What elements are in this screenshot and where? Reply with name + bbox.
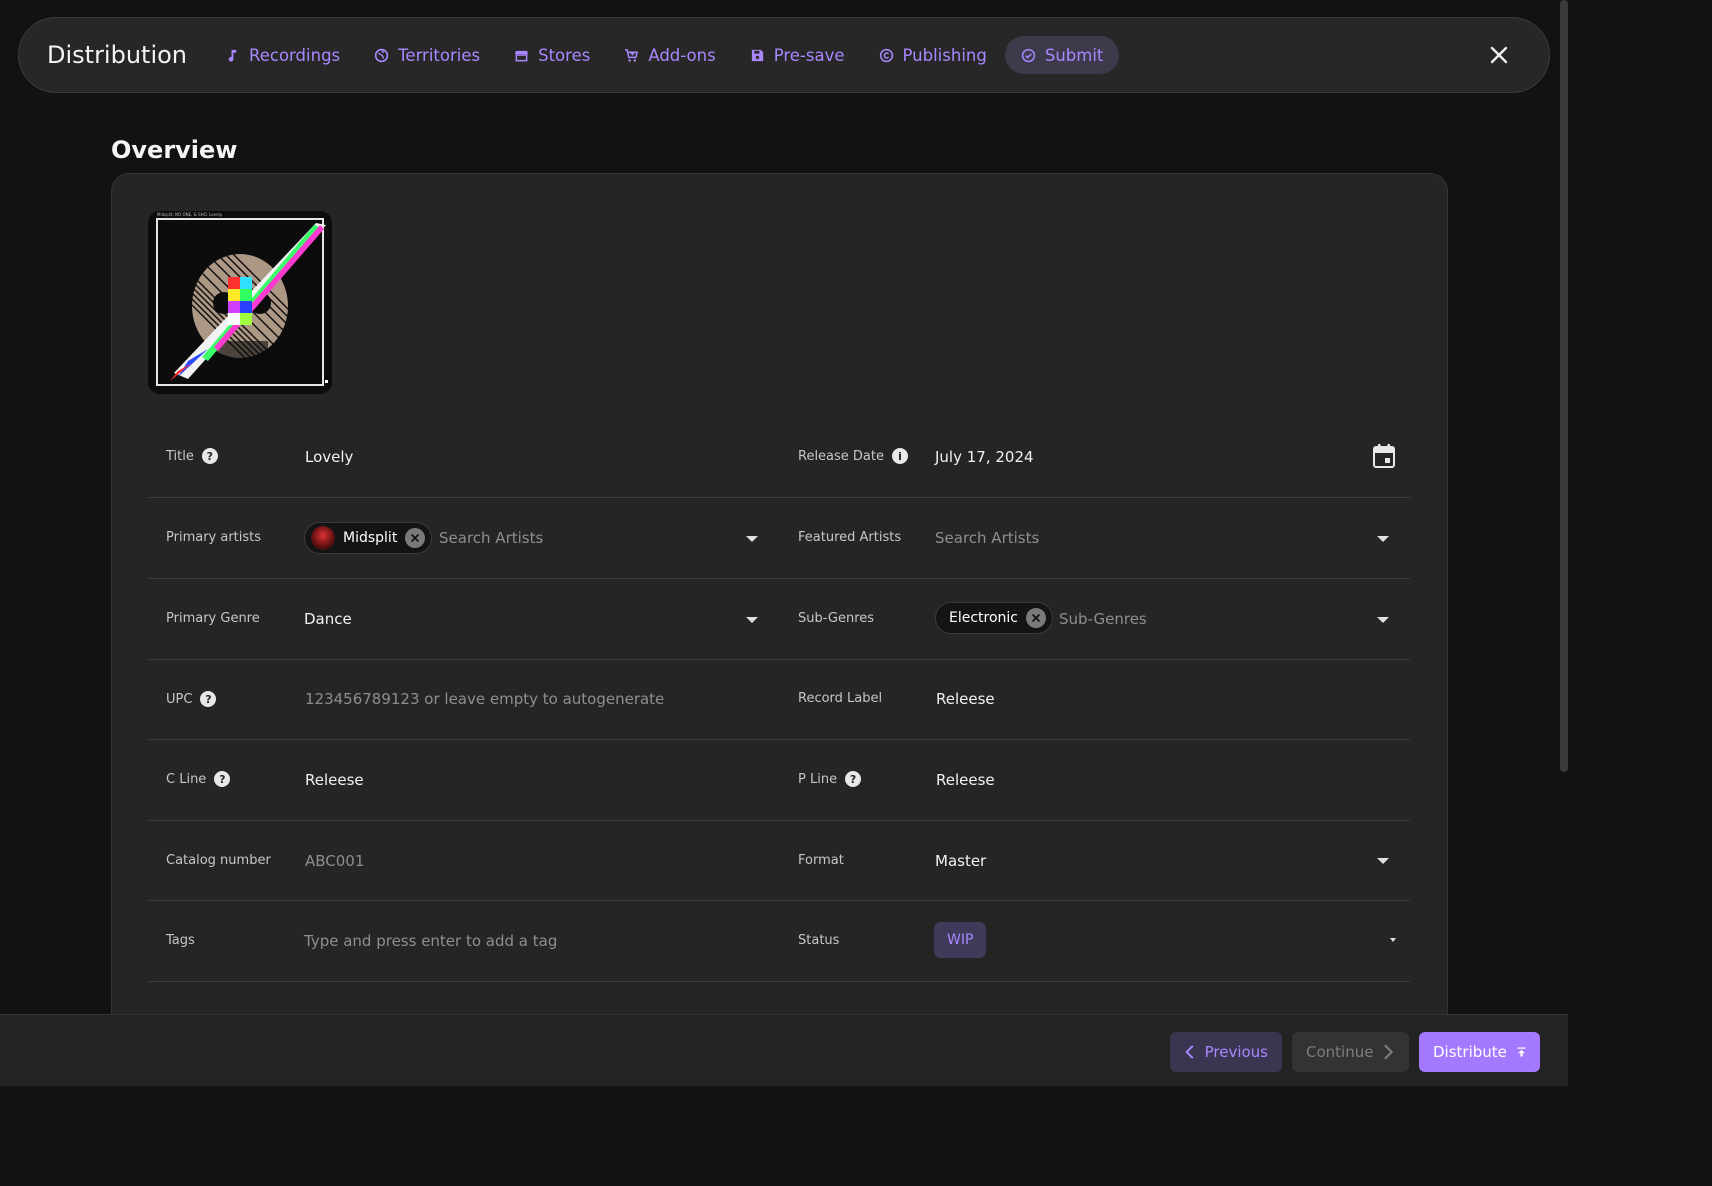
form-row-tags: Tags Type and press enter to add a tag S… <box>148 901 1410 982</box>
featured-artists-search-input[interactable]: Search Artists <box>935 529 1039 547</box>
cover-caption: Midsplit, NO ONE, & SHO. Lovely. <box>157 212 223 217</box>
record-label-input[interactable]: Releese <box>936 690 995 708</box>
format-label: Format <box>798 853 844 868</box>
section-title-overview: Overview <box>111 136 238 164</box>
artist-avatar <box>311 526 335 550</box>
tags-input[interactable]: Type and press enter to add a tag <box>304 932 557 950</box>
artist-chip: Midsplit <box>304 522 433 554</box>
form-row-catalog: Catalog number ABC001 Format Master <box>148 820 1410 901</box>
tab-territories[interactable]: Territories <box>358 36 496 74</box>
format-select[interactable]: Master <box>935 852 986 870</box>
status-label: Status <box>798 933 840 948</box>
info-icon[interactable]: i <box>892 448 908 464</box>
page-scrollbar[interactable] <box>1560 0 1568 772</box>
tab-label: Pre-save <box>773 45 845 65</box>
tab-label: Submit <box>1044 45 1104 65</box>
chevron-down-icon[interactable] <box>746 536 758 542</box>
upc-label: UPC ? <box>166 691 217 707</box>
catalog-number-input[interactable]: ABC001 <box>305 852 364 870</box>
sub-genres-search-input[interactable]: Sub-Genres <box>1059 610 1147 628</box>
chevron-left-icon <box>1185 1045 1194 1059</box>
help-icon[interactable]: ? <box>214 771 231 787</box>
sub-genres-label: Sub-Genres <box>798 611 875 626</box>
continue-button[interactable]: Continue <box>1292 1032 1409 1072</box>
cover-art[interactable] <box>148 211 332 394</box>
c-line-label: C Line ? <box>166 771 231 787</box>
chevron-down-icon[interactable] <box>1377 617 1389 623</box>
status-badge[interactable]: WIP <box>934 922 987 958</box>
help-icon[interactable]: ? <box>200 691 217 707</box>
previous-button[interactable]: Previous <box>1170 1032 1282 1072</box>
tab-add-ons[interactable]: Add-ons <box>608 36 731 74</box>
primary-genre-label: Primary Genre <box>166 611 260 626</box>
chevron-down-icon[interactable] <box>746 617 758 623</box>
form-row-lines: C Line ? Releese P Line ? Releese <box>148 740 1410 821</box>
cover-artwork-image <box>148 211 332 394</box>
primary-artists-search-input[interactable]: Search Artists <box>439 529 543 547</box>
tab-label: Recordings <box>249 45 341 65</box>
upc-input[interactable]: 123456789123 or leave empty to autogener… <box>305 690 664 708</box>
form-row-genres: Primary Genre Dance Sub-Genres Electroni… <box>148 579 1410 660</box>
remove-chip-icon[interactable] <box>1026 608 1047 628</box>
form-row-title: Title ? Lovely Release Date i July 17, 2… <box>148 417 1410 498</box>
tab-label: Add-ons <box>648 45 716 65</box>
footer-bar: Previous Continue Distribute <box>0 1014 1568 1086</box>
help-icon[interactable]: ? <box>845 771 862 787</box>
chevron-down-icon[interactable] <box>1390 938 1396 942</box>
store-icon <box>515 50 529 61</box>
c-line-input[interactable]: Releese <box>305 771 364 789</box>
release-date-label: Release Date i <box>798 448 908 464</box>
app-title: Distribution <box>47 41 188 69</box>
music-note-icon <box>228 49 237 62</box>
close-icon[interactable] <box>1489 45 1509 65</box>
top-nav-bar: Distribution Recordings Territories Stor… <box>18 17 1550 93</box>
catalog-number-label: Catalog number <box>166 853 271 868</box>
chevron-down-icon[interactable] <box>1377 858 1389 864</box>
title-label: Title ? <box>166 448 218 464</box>
tab-label: Territories <box>398 45 481 65</box>
tab-publishing[interactable]: Publishing <box>863 36 1003 74</box>
globe-icon <box>374 48 389 62</box>
help-icon[interactable]: ? <box>201 448 218 464</box>
tab-label: Publishing <box>902 45 987 65</box>
tab-label: Stores <box>538 45 591 65</box>
tab-recordings[interactable]: Recordings <box>209 36 356 74</box>
form-row-artists: Primary artists Midsplit Search Artists … <box>148 498 1410 579</box>
primary-artists-label: Primary artists <box>166 530 262 545</box>
artist-chip-label: Midsplit <box>343 530 398 546</box>
check-circle-icon <box>1021 48 1036 62</box>
title-input[interactable]: Lovely <box>305 448 353 466</box>
primary-genre-select[interactable]: Dance <box>304 610 352 628</box>
sub-genre-chip-label: Electronic <box>949 610 1019 626</box>
distribute-button[interactable]: Distribute <box>1419 1032 1540 1072</box>
release-date-input[interactable]: July 17, 2024 <box>935 448 1034 466</box>
featured-artists-label: Featured Artists <box>798 530 902 545</box>
p-line-label: P Line ? <box>798 771 862 787</box>
tab-pre-save[interactable]: Pre-save <box>734 36 861 74</box>
tab-bar: Recordings Territories Stores Add-ons Pr… <box>209 36 1120 74</box>
tags-label: Tags <box>166 933 195 948</box>
calendar-icon[interactable] <box>1373 444 1395 468</box>
tab-submit[interactable]: Submit <box>1004 36 1120 74</box>
copyright-icon <box>879 48 893 62</box>
p-line-input[interactable]: Releese <box>936 771 995 789</box>
tab-stores[interactable]: Stores <box>498 36 606 74</box>
cart-icon <box>625 48 639 62</box>
sub-genre-chip: Electronic <box>935 602 1054 634</box>
chevron-right-icon <box>1384 1044 1394 1060</box>
remove-chip-icon[interactable] <box>405 528 426 548</box>
record-label-label: Record Label <box>798 691 883 706</box>
chevron-down-icon[interactable] <box>1377 536 1389 542</box>
save-icon <box>751 49 763 61</box>
form-row-upc: UPC ? 123456789123 or leave empty to aut… <box>148 659 1410 740</box>
upload-icon <box>1517 1047 1526 1057</box>
